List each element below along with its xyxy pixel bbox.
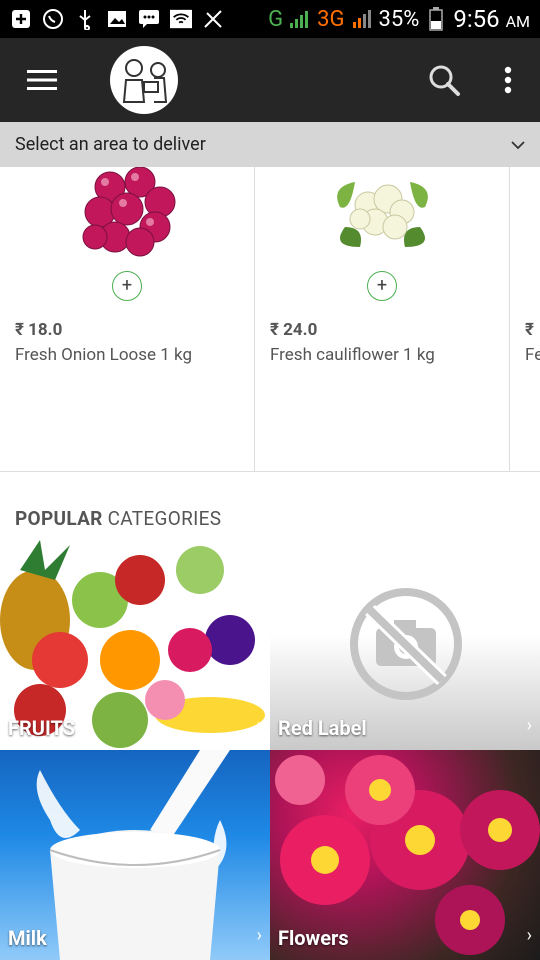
network-3g-indicator: 3G [317, 7, 344, 32]
clock-time: 9:56 [453, 5, 500, 33]
product-name: Fe Ca [525, 345, 540, 365]
area-dropdown[interactable]: Select an area to deliver [0, 122, 540, 167]
chevron-right-icon: › [526, 715, 532, 736]
popular-categories-heading: POPULAR CATEGORIES [15, 507, 221, 530]
product-card[interactable]: + ₹ 18.0 Fresh Onion Loose 1 kg [0, 167, 255, 471]
category-label: Milk [8, 926, 47, 950]
product-carousel[interactable]: + ₹ 18.0 Fresh Onion Loose 1 kg + ₹ 24.0… [0, 167, 540, 472]
image-icon [106, 8, 128, 30]
product-price: ₹ 24.0 [270, 320, 318, 340]
heading-bold: POPULAR [15, 507, 103, 530]
overflow-icon [504, 66, 512, 94]
signal-off-icon [202, 8, 224, 30]
category-tile-fruits[interactable]: FRUITS › [0, 540, 270, 750]
clock: 9:56 AM [453, 5, 530, 33]
onion-image [82, 167, 176, 257]
product-name: Fresh cauliflower 1 kg [270, 345, 435, 365]
heading-rest: CATEGORIES [102, 507, 222, 530]
category-tile-red-label[interactable]: Red Label › [270, 540, 540, 750]
product-price: ₹ 18.0 [15, 320, 63, 340]
overflow-menu-button[interactable] [476, 38, 540, 122]
menu-icon [27, 70, 57, 90]
product-name: Fresh Onion Loose 1 kg [15, 345, 192, 365]
network-indicator: G [268, 7, 283, 32]
cauliflower-image [337, 182, 428, 247]
chevron-right-icon: › [526, 925, 532, 946]
battery-percent: 35% [378, 6, 420, 32]
add-to-cart-button[interactable]: + [112, 271, 142, 301]
clock-ampm: AM [505, 12, 530, 31]
network-g-label: G [268, 6, 284, 32]
category-label: Red Label [278, 716, 367, 740]
area-dropdown-label: Select an area to deliver [15, 134, 206, 155]
chevron-down-icon [511, 134, 525, 155]
category-grid: FRUITS › Red Label › Milk › Flowers › [0, 540, 540, 960]
add-notification-icon [10, 8, 32, 30]
category-label: FRUITS [8, 716, 76, 740]
signal-bars-icon [289, 8, 311, 30]
product-card[interactable]: + ₹ Fe Ca [510, 167, 540, 471]
product-card[interactable]: + ₹ 24.0 Fresh cauliflower 1 kg [255, 167, 510, 471]
category-tile-flowers[interactable]: Flowers › [270, 750, 540, 960]
product-price: ₹ [525, 320, 534, 340]
app-toolbar [0, 38, 540, 122]
wifi-icon [170, 8, 192, 30]
whatsapp-icon [42, 8, 64, 30]
search-button[interactable] [412, 38, 476, 122]
battery-icon [425, 7, 447, 31]
add-to-cart-button[interactable]: + [367, 271, 397, 301]
app-logo[interactable] [110, 46, 178, 114]
category-tile-milk[interactable]: Milk › [0, 750, 270, 960]
chevron-right-icon: › [256, 715, 262, 736]
status-bar: G 3G 35% 9:56 AM [0, 0, 540, 38]
message-icon [138, 8, 160, 30]
network-3g-label: 3G [317, 6, 345, 32]
chevron-right-icon: › [256, 925, 262, 946]
usb-icon [74, 8, 96, 30]
search-icon [429, 65, 460, 96]
signal-bars-3g-icon [351, 8, 373, 30]
menu-button[interactable] [0, 38, 84, 122]
category-label: Flowers [278, 926, 349, 950]
